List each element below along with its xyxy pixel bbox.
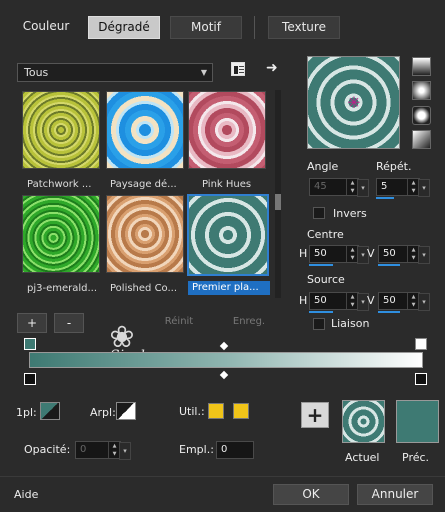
tab-couleur[interactable]: Couleur — [10, 16, 82, 39]
arrow-plan-swatch[interactable] — [116, 402, 136, 420]
source-h-input[interactable]: 50 ▲ ▼ ▾ — [309, 292, 369, 311]
opacity-value: 0 — [80, 444, 87, 455]
rectangular-style-icon[interactable] — [412, 81, 431, 100]
center-h-value: 50 — [314, 248, 327, 259]
previous-swatch[interactable] — [396, 400, 439, 443]
center-v-label: V — [367, 247, 375, 260]
gradient-thumb-polished-copper[interactable] — [106, 195, 184, 273]
angle-value: 45 — [314, 181, 327, 192]
source-label: Source — [307, 273, 345, 286]
tab-motif[interactable]: Motif — [170, 16, 242, 39]
gradient-thumb-paysage[interactable] — [106, 91, 184, 169]
add-gradient-button[interactable]: + — [17, 313, 47, 333]
arrow-plan-label: Arpl: — [90, 406, 116, 419]
save-button[interactable]: Enreg. — [222, 313, 276, 333]
invert-label: Invers — [333, 207, 367, 220]
current-label: Actuel — [345, 451, 380, 464]
opacity-stop-end[interactable] — [415, 373, 427, 385]
util-label: Util.: — [179, 405, 205, 418]
tab-degrade[interactable]: Dégradé — [88, 16, 160, 39]
gradient-preview[interactable]: ✳ — [307, 56, 400, 149]
radial-style-icon[interactable] — [412, 106, 431, 125]
gradient-thumb-patchwork[interactable] — [22, 91, 100, 169]
repeat-value: 5 — [381, 181, 388, 192]
arrow-right-icon[interactable]: ➜ — [266, 60, 278, 76]
link-checkbox[interactable] — [313, 318, 325, 330]
opacity-dropdown[interactable]: ▾ — [119, 442, 131, 460]
gradient-thumb-pj3-emerald[interactable] — [22, 195, 100, 273]
opacity-input[interactable]: 0 ▲ ▼ ▾ — [75, 441, 131, 460]
angle-dropdown[interactable]: ▾ — [357, 179, 369, 197]
center-v-dropdown[interactable]: ▾ — [418, 246, 430, 264]
repeat-label: Répét. — [376, 160, 412, 173]
link-label: Liaison — [331, 317, 370, 330]
gradient-caption: Polished Co... — [110, 283, 178, 294]
gradient-caption: pj3-emerald... — [27, 283, 98, 294]
category-value: Tous — [24, 66, 49, 79]
color-stop-end[interactable] — [415, 338, 427, 350]
repeat-dropdown[interactable]: ▾ — [418, 179, 430, 197]
first-plan-label: 1pl: — [16, 406, 37, 419]
gradient-caption: Paysage dé... — [110, 179, 177, 190]
tab-texture[interactable]: Texture — [268, 16, 340, 39]
first-plan-swatch[interactable] — [40, 402, 60, 420]
center-h-slider-fill — [309, 264, 333, 266]
repeat-input[interactable]: 5 ▲ ▼ ▾ — [376, 178, 430, 197]
source-h-label: H — [299, 294, 308, 307]
midpoint-top-marker[interactable] — [219, 341, 229, 351]
gradient-caption: Patchwork ... — [27, 179, 92, 190]
source-v-label: V — [367, 294, 375, 307]
source-h-slider-fill — [309, 311, 333, 313]
source-v-input[interactable]: 50 ▲ ▼ ▾ — [378, 292, 430, 311]
previous-label: Préc. — [402, 451, 430, 464]
source-v-slider-fill — [378, 311, 400, 313]
midpoint-bottom-marker[interactable] — [219, 370, 229, 380]
category-dropdown[interactable]: Tous ▼ — [17, 63, 213, 82]
used-color-swatch-2[interactable] — [233, 403, 249, 419]
remove-gradient-button[interactable]: - — [54, 313, 84, 333]
source-h-value: 50 — [314, 295, 327, 306]
center-v-value: 50 — [383, 248, 396, 259]
used-color-swatch-1[interactable] — [208, 403, 224, 419]
footer-divider — [0, 476, 445, 477]
center-label: Centre — [307, 228, 344, 241]
location-label: Empl.: — [179, 443, 214, 456]
reset-button[interactable]: Réinit — [152, 313, 206, 333]
angle-input[interactable]: 45 ▲ ▼ ▾ — [309, 178, 369, 197]
center-v-slider-fill — [378, 264, 400, 266]
ok-button[interactable]: OK — [273, 484, 349, 505]
location-input[interactable]: 0 — [216, 441, 254, 459]
center-h-label: H — [299, 247, 308, 260]
gradient-caption: Pink Hues — [202, 179, 252, 190]
help-button[interactable]: Aide — [14, 488, 38, 501]
center-h-input[interactable]: 50 ▲ ▼ ▾ — [309, 245, 369, 264]
opacity-stop-start[interactable] — [24, 373, 36, 385]
invert-checkbox[interactable] — [313, 207, 325, 219]
angle-label: Angle — [307, 160, 339, 173]
color-stop-start[interactable] — [24, 338, 36, 350]
sunburst-style-icon[interactable] — [412, 130, 431, 149]
opacity-label: Opacité: — [24, 443, 71, 456]
tab-separator — [254, 16, 255, 39]
linear-style-icon[interactable] — [412, 57, 431, 76]
chevron-down-icon: ▼ — [200, 68, 207, 77]
gradient-thumb-pink-hues[interactable] — [188, 91, 266, 169]
current-swatch[interactable] — [342, 400, 385, 443]
repeat-slider-fill — [376, 197, 394, 199]
gradient-list-scrollbar[interactable] — [275, 90, 281, 298]
location-value: 0 — [221, 444, 228, 455]
source-v-dropdown[interactable]: ▾ — [418, 293, 430, 311]
gradient-editor-bar[interactable] — [29, 352, 423, 368]
scrollbar-thumb[interactable] — [275, 194, 281, 210]
gradient-caption-selected: Premier pla... — [188, 281, 270, 295]
source-v-value: 50 — [383, 295, 396, 306]
view-options-icon[interactable] — [231, 62, 245, 76]
gradient-thumb-premier-plan[interactable] — [187, 194, 269, 276]
add-swatch-button[interactable]: + — [301, 402, 329, 428]
center-marker-icon[interactable]: ✳ — [346, 95, 362, 111]
center-v-input[interactable]: 50 ▲ ▼ ▾ — [378, 245, 430, 264]
cancel-button[interactable]: Annuler — [357, 484, 433, 505]
